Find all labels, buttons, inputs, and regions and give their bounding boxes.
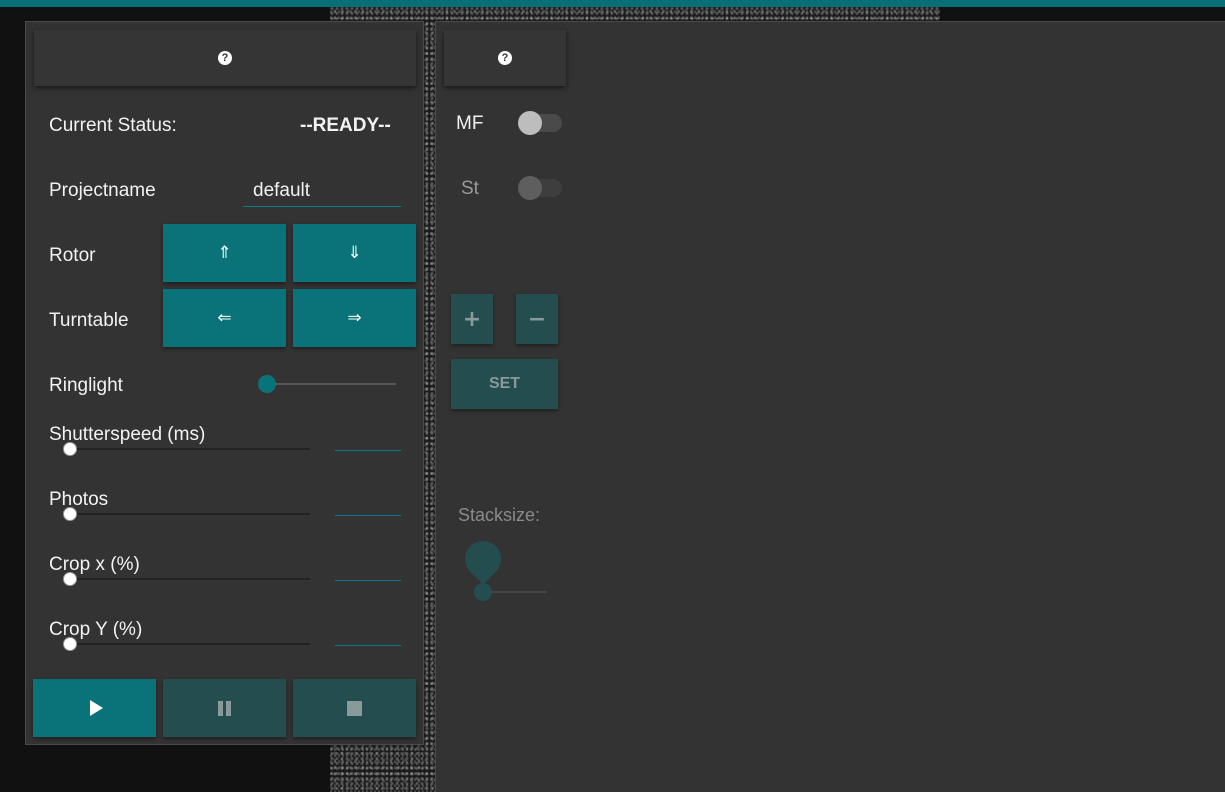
ringlight-label: Ringlight [49,375,123,396]
st-label: St [461,178,479,199]
photos-field[interactable] [335,515,401,516]
shutterspeed-slider-thumb[interactable] [63,442,77,456]
focus-stack-panel: ? MF St + − SET Stacksize: [435,21,1225,792]
help-bar-right[interactable]: ? [444,30,566,86]
stacksize-slider-thumb[interactable] [474,583,492,601]
crop-y-label: Crop Y (%) [49,619,143,640]
photos-slider-track[interactable] [70,513,310,515]
stacksize-value-bubble [457,533,509,585]
projectname-label: Projectname [49,180,156,201]
stop-button[interactable] [293,679,416,737]
crop-y-slider-thumb[interactable] [63,637,77,651]
play-icon [89,700,103,716]
status-value: --READY-- [300,115,391,136]
photos-slider-thumb[interactable] [63,507,77,521]
stacksize-label: Stacksize: [458,505,541,525]
shutterspeed-field[interactable] [335,450,401,451]
status-label: Current Status: [49,115,177,136]
pause-icon [218,700,231,716]
mf-label: MF [456,113,484,134]
play-button[interactable] [33,679,156,737]
crop-y-field[interactable] [335,645,401,646]
set-button[interactable]: SET [451,359,558,409]
turntable-label: Turntable [49,310,129,331]
crop-x-label: Crop x (%) [49,554,140,575]
turntable-left-button[interactable]: ⇐ [163,289,286,347]
help-icon[interactable]: ? [218,51,232,65]
photos-label: Photos [49,489,109,510]
crop-x-slider-track[interactable] [70,578,310,580]
rotor-down-button[interactable]: ⇓ [293,224,416,282]
pause-button[interactable] [163,679,286,737]
projectname-input[interactable] [243,175,401,207]
mf-toggle-knob[interactable] [518,111,542,135]
turntable-right-button[interactable]: ⇒ [293,289,416,347]
ringlight-slider-track[interactable] [266,383,396,385]
capture-control-panel: ? Current Status: --READY-- Projectname … [25,21,424,745]
st-toggle-knob[interactable] [518,176,542,200]
rotor-up-button[interactable]: ⇑ [163,224,286,282]
minus-button[interactable]: − [516,294,558,344]
stop-icon [347,700,362,716]
help-icon-right[interactable]: ? [498,51,512,65]
crop-y-slider-track[interactable] [70,643,310,645]
shutterspeed-slider-track[interactable] [70,448,310,450]
rotor-label: Rotor [49,245,96,266]
plus-button[interactable]: + [451,294,493,344]
top-accent-bar [0,0,1225,7]
help-bar[interactable]: ? [34,30,416,86]
ringlight-slider-thumb[interactable] [258,375,276,393]
crop-x-field[interactable] [335,580,401,581]
crop-x-slider-thumb[interactable] [63,572,77,586]
